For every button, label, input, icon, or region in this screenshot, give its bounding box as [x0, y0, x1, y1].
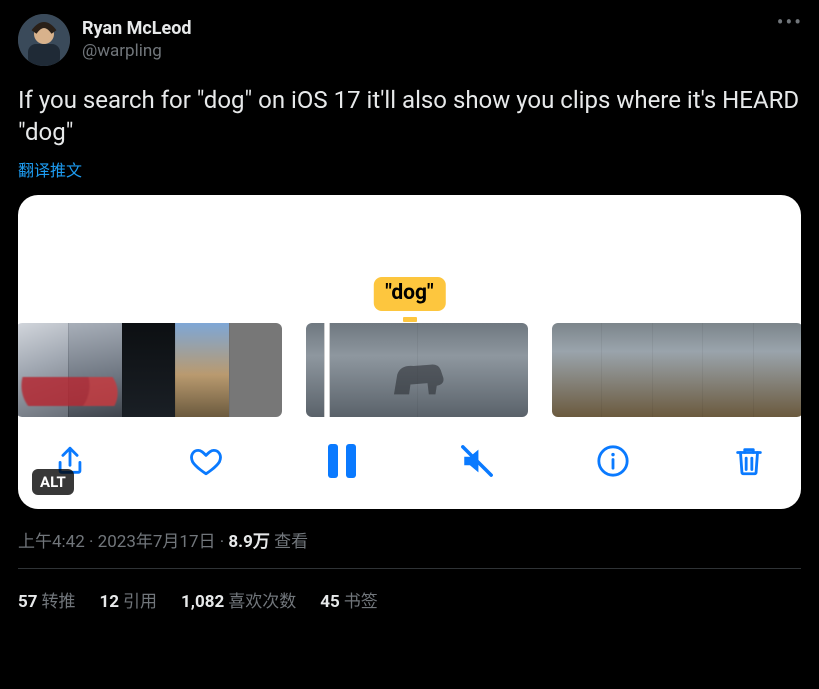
clip-group-2[interactable]: [306, 323, 528, 417]
pause-icon: [328, 444, 356, 478]
translate-link[interactable]: 翻译推文: [18, 157, 82, 181]
author-name-block[interactable]: Ryan McLeod @warpling: [82, 18, 192, 62]
clip-group-1[interactable]: [18, 323, 282, 417]
speaker-muted-icon: [460, 444, 494, 478]
thumb: [652, 323, 702, 417]
quotes-stat[interactable]: 12引用: [100, 587, 158, 612]
bookmarks-stat[interactable]: 45书签: [320, 587, 378, 612]
playhead-marker-top: [403, 317, 417, 322]
like-button[interactable]: [184, 439, 228, 483]
trash-icon: [732, 444, 766, 478]
info-icon: [596, 444, 630, 478]
media-card[interactable]: "dog": [18, 195, 801, 509]
heart-icon: [189, 444, 223, 478]
alt-badge[interactable]: ALT: [32, 469, 74, 495]
tweet-header: Ryan McLeod @warpling: [18, 14, 801, 66]
thumb: [229, 323, 282, 417]
dog-silhouette-icon: [339, 345, 494, 411]
caption-bubble: "dog": [373, 277, 445, 311]
tweet-body-text: If you search for "dog" on iOS 17 it'll …: [18, 84, 801, 149]
retweets-stat[interactable]: 57转推: [18, 587, 76, 612]
thumb: [417, 323, 529, 417]
tweet-stats: 57转推 12引用 1,082喜欢次数 45书签: [18, 569, 801, 612]
thumb: [175, 323, 228, 417]
timeline-playhead[interactable]: [324, 323, 330, 417]
info-button[interactable]: [591, 439, 635, 483]
delete-button[interactable]: [727, 439, 771, 483]
thumb: [702, 323, 752, 417]
mute-button[interactable]: [455, 439, 499, 483]
tweet-time[interactable]: 上午4:42: [18, 532, 85, 552]
thumb: [601, 323, 651, 417]
author-handle: @warpling: [82, 41, 192, 62]
video-timeline[interactable]: [18, 323, 801, 417]
thumb: [552, 323, 601, 417]
tweet-meta: 上午4:42 · 2023年7月17日 · 8.9万 查看: [18, 527, 801, 552]
likes-stat[interactable]: 1,082喜欢次数: [181, 587, 296, 612]
avatar-image: [18, 14, 70, 66]
views-label: 查看: [270, 532, 308, 552]
clip-group-3[interactable]: [552, 323, 801, 417]
thumb: [753, 323, 801, 417]
media-toolbar: [18, 417, 801, 509]
author-display-name: Ryan McLeod: [82, 18, 192, 41]
tweet-date[interactable]: 2023年7月17日: [98, 532, 216, 552]
more-options-icon[interactable]: •••: [777, 10, 803, 34]
pause-button[interactable]: [320, 439, 364, 483]
views-count: 8.9万: [228, 532, 269, 552]
avatar[interactable]: [18, 14, 70, 66]
tweet-container: ••• Ryan McLeod @warpling If you search …: [0, 0, 819, 612]
